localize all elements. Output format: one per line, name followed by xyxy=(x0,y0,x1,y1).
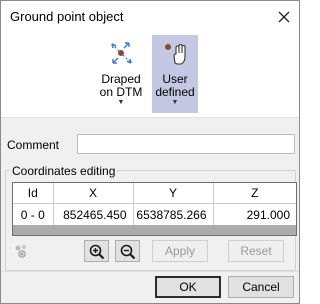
apply-button[interactable]: Apply xyxy=(152,240,208,262)
user-defined-button[interactable]: User defined ▼ xyxy=(152,35,198,113)
cell-id[interactable]: 0 - 0 xyxy=(13,203,54,225)
window-title: Ground point object xyxy=(10,9,124,24)
draped-on-dtm-button[interactable]: Draped on DTM ▼ xyxy=(98,35,144,113)
zoom-in-icon xyxy=(89,244,105,260)
cell-z[interactable]: 291.000 xyxy=(213,203,296,225)
hand-pointer-icon xyxy=(165,43,186,65)
cell-x[interactable]: 852465.450 xyxy=(53,203,134,225)
reset-button[interactable]: Reset xyxy=(228,240,284,262)
cancel-button[interactable]: Cancel xyxy=(228,276,294,298)
comment-label: Comment xyxy=(7,138,60,152)
zoom-out-icon xyxy=(120,244,136,260)
column-header-x[interactable]: X xyxy=(53,183,134,204)
coordinates-grid[interactable]: Id X Y Z 0 - 0 852465.450 6538785.266 29… xyxy=(12,182,297,236)
close-icon[interactable] xyxy=(275,8,293,26)
footer-divider xyxy=(1,271,299,272)
zoom-in-button[interactable] xyxy=(84,240,109,262)
draped-dropdown-caret[interactable]: ▼ xyxy=(98,99,144,107)
pick-points-icon[interactable] xyxy=(14,243,30,259)
dialog-window: Ground point object Draped on DTM ▼ User… xyxy=(0,0,300,304)
user-defined-dropdown-caret[interactable]: ▼ xyxy=(152,99,198,107)
ok-button[interactable]: OK xyxy=(155,276,221,298)
table-row[interactable]: 0 - 0 852465.450 6538785.266 291.000 xyxy=(13,203,296,225)
column-header-z[interactable]: Z xyxy=(213,183,296,204)
column-header-id[interactable]: Id xyxy=(13,183,54,204)
comment-input[interactable] xyxy=(77,134,295,154)
cell-y[interactable]: 6538785.266 xyxy=(133,203,214,225)
column-header-y[interactable]: Y xyxy=(133,183,214,204)
zoom-out-button[interactable] xyxy=(115,240,140,262)
title-bar: Ground point object xyxy=(1,1,299,31)
draped-on-dtm-icon xyxy=(111,42,132,64)
ribbon-toolbar: Draped on DTM ▼ User defined ▼ xyxy=(1,31,299,118)
user-defined-label-2: defined xyxy=(155,85,195,99)
draped-label-2: on DTM xyxy=(99,85,143,99)
coordinates-group-label: Coordinates editing xyxy=(10,164,118,178)
